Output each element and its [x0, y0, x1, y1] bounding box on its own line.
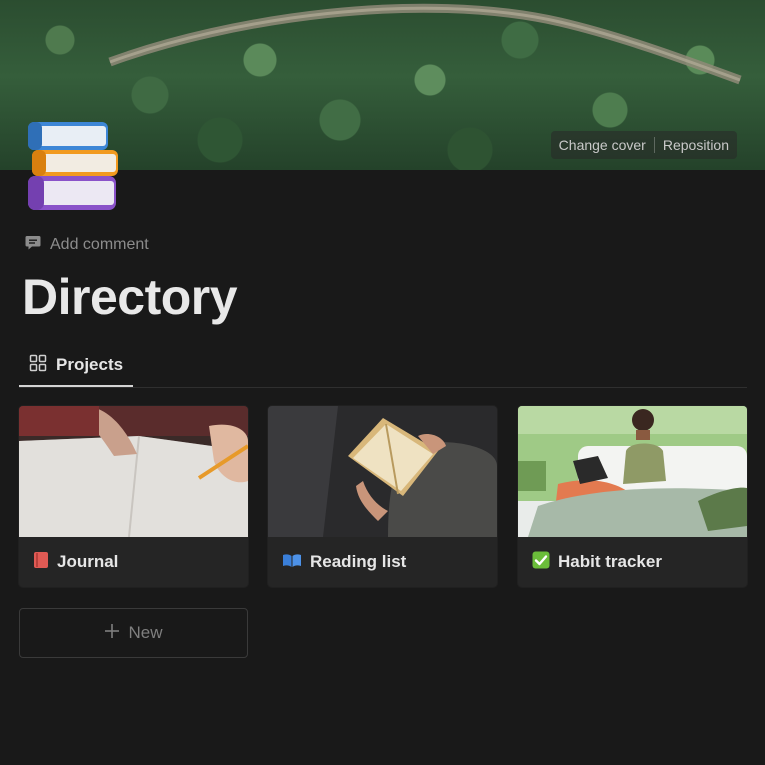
add-comment-button[interactable]: Add comment	[24, 234, 149, 256]
cover-actions: Change cover Reposition	[550, 131, 737, 159]
card-title: Habit tracker	[558, 552, 662, 571]
new-card-button[interactable]: New	[19, 608, 248, 658]
card-cover-image	[518, 406, 747, 537]
closed-book-icon	[33, 551, 49, 574]
card-caption: Journal	[33, 550, 118, 574]
card-caption: Reading list	[282, 550, 406, 574]
reposition-button[interactable]: Reposition	[655, 131, 737, 159]
change-cover-button[interactable]: Change cover	[551, 131, 654, 159]
gallery-card-reading-list[interactable]: Reading list	[268, 406, 497, 587]
gallery-card-journal[interactable]: Journal	[19, 406, 248, 587]
add-comment-label: Add comment	[50, 236, 149, 253]
gallery-grid-icon	[29, 354, 47, 377]
gallery-card-habit-tracker[interactable]: Habit tracker	[518, 406, 747, 587]
card-caption: Habit tracker	[532, 550, 662, 574]
plus-icon	[104, 623, 120, 644]
card-cover-image	[19, 406, 248, 537]
new-button-label: New	[128, 623, 163, 642]
view-tabs: Projects	[19, 345, 747, 388]
check-mark-button-icon	[532, 551, 550, 574]
page-title[interactable]: Directory	[22, 268, 238, 326]
comment-icon	[24, 234, 42, 257]
card-title: Journal	[57, 552, 119, 571]
open-book-icon	[282, 552, 302, 573]
card-cover-image	[268, 406, 497, 537]
tab-projects[interactable]: Projects	[19, 345, 134, 387]
tab-label: Projects	[56, 355, 124, 374]
books-icon[interactable]	[26, 120, 122, 216]
card-title: Reading list	[310, 552, 407, 571]
